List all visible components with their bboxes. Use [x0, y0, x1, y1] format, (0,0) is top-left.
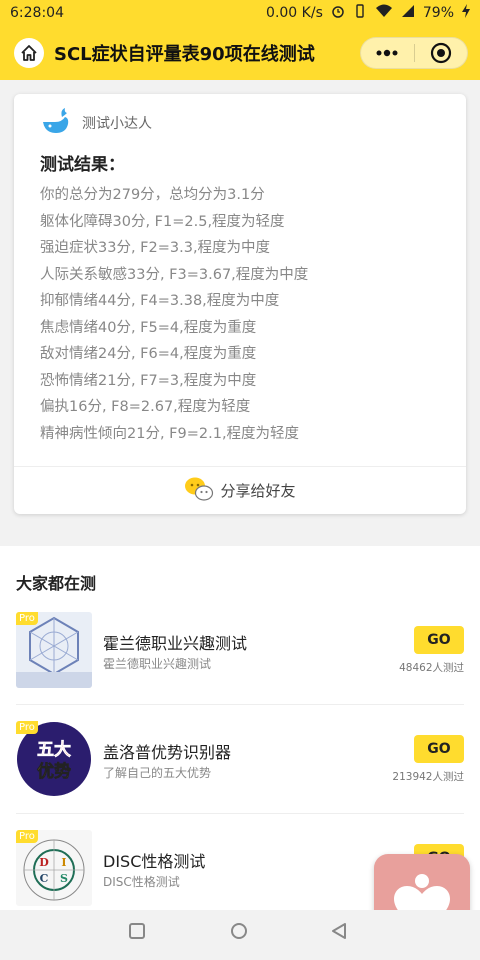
result-line: 人际关系敏感33分, F3=3.67,程度为中度	[40, 266, 309, 283]
nav-bar: SCL症状自评量表90项在线测试	[0, 26, 480, 80]
test-thumbnail: 五大 优势 Pro	[16, 721, 92, 797]
alarm-icon	[331, 4, 345, 22]
charging-icon	[462, 4, 470, 22]
signal-icon	[401, 4, 415, 22]
result-line: 你的总分为279分，总均分为3.1分	[40, 187, 265, 203]
test-description: DISC性格测试	[103, 875, 180, 889]
divider	[16, 704, 464, 705]
divider	[16, 813, 464, 814]
result-card: 测试小达人 测试结果： 你的总分为279分，总均分为3.1分 躯体化障碍30分,…	[14, 94, 466, 514]
thumb-text: C	[40, 872, 49, 885]
vibrate-icon	[353, 4, 367, 22]
result-line: 焦虑情绪40分, F5=4,程度为重度	[40, 319, 257, 336]
back-icon[interactable]	[330, 922, 348, 940]
result-heading: 测试结果：	[40, 155, 125, 175]
more-button[interactable]	[361, 38, 414, 68]
wifi-icon	[375, 4, 393, 22]
author-row: 测试小达人	[40, 106, 152, 140]
home-button[interactable]	[14, 38, 44, 68]
test-thumbnail: D I S C Pro	[16, 830, 92, 906]
thumb-text: I	[61, 856, 66, 869]
test-count: 213942人测过	[392, 771, 464, 783]
result-list: 你的总分为279分，总均分为3.1分 躯体化障碍30分, F1=2.5,程度为轻…	[40, 182, 308, 447]
test-name: DISC性格测试	[103, 852, 206, 871]
result-line: 抑郁情绪44分, F4=3.38,程度为中度	[40, 293, 280, 309]
status-bar: 6:28:04 0.00 K/s 79%	[0, 0, 480, 26]
share-label: 分享给好友	[220, 482, 296, 500]
result-line: 偏执16分, F8=2.67,程度为轻度	[40, 399, 251, 415]
test-name: 盖洛普优势识别器	[103, 743, 232, 762]
whale-avatar-icon	[40, 106, 70, 140]
author-name: 测试小达人	[82, 116, 152, 132]
status-time: 6:28:04	[10, 5, 64, 21]
result-line: 恐怖情绪21分, F7=3,程度为中度	[40, 372, 257, 389]
thumb-text: S	[60, 872, 68, 885]
target-close-icon	[430, 42, 451, 64]
system-nav-bar	[0, 910, 480, 960]
test-description: 霍兰德职业兴趣测试	[103, 657, 212, 671]
test-description: 了解自己的五大优势	[103, 766, 212, 780]
go-button[interactable]: GO	[414, 735, 464, 763]
home-icon	[21, 45, 37, 61]
test-count: 48462人测过	[399, 662, 464, 674]
thumb-text: 五大	[37, 739, 71, 760]
section-title: 大家都在测	[16, 574, 97, 593]
share-button[interactable]: 分享给好友	[14, 466, 466, 514]
more-dots-icon	[376, 49, 398, 57]
network-speed: 0.00 K/s	[266, 5, 323, 21]
result-line: 躯体化障碍30分, F1=2.5,程度为轻度	[40, 213, 285, 230]
go-button[interactable]: GO	[414, 626, 464, 654]
pro-badge: Pro	[16, 612, 38, 625]
battery-level: 79%	[422, 5, 454, 21]
list-item[interactable]: Pro 霍兰德职业兴趣测试 霍兰德职业兴趣测试 GO 48462人测过	[16, 612, 464, 716]
pro-badge: Pro	[16, 830, 38, 843]
result-line: 强迫症状33分, F2=3.3,程度为中度	[40, 240, 271, 256]
home-circle-icon[interactable]	[230, 922, 248, 940]
test-name: 霍兰德职业兴趣测试	[103, 634, 248, 653]
list-item[interactable]: 五大 优势 Pro 盖洛普优势识别器 了解自己的五大优势 GO 213942人测…	[16, 721, 464, 825]
page-title: SCL症状自评量表90项在线测试	[54, 44, 315, 65]
mini-program-capsule	[360, 37, 468, 69]
result-line: 敌对情绪24分, F6=4,程度为重度	[40, 346, 257, 362]
close-capsule-button[interactable]	[415, 38, 468, 68]
thumb-text: 优势	[37, 761, 71, 782]
pro-badge: Pro	[16, 721, 38, 734]
test-thumbnail: Pro	[16, 612, 92, 688]
wechat-icon	[184, 476, 214, 506]
recents-icon[interactable]	[128, 922, 146, 940]
result-line: 精神病性倾向21分, F9=2.1,程度为轻度	[40, 425, 300, 442]
thumb-text: D	[39, 856, 49, 869]
